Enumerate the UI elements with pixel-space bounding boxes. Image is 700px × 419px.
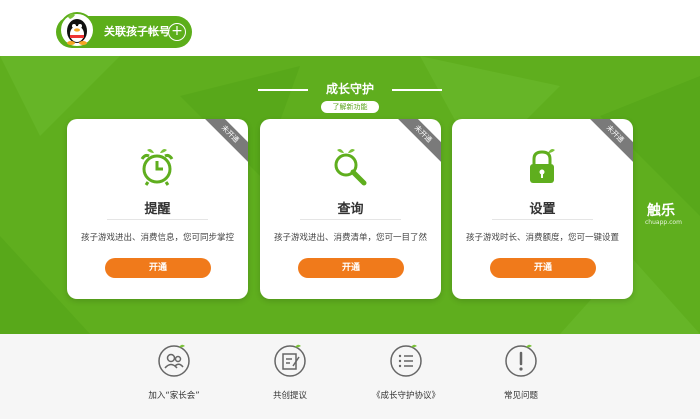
growth-agreement-link[interactable]: 《成长守护协议》 xyxy=(361,344,451,401)
watermark-domain: chuapp.com xyxy=(645,219,682,226)
card-title: 提醒 xyxy=(144,202,171,217)
lock-icon xyxy=(530,149,555,183)
top-bar: 关联孩子帐号 + xyxy=(0,0,700,56)
growth-agreement-label: 《成长守护协议》 xyxy=(371,391,440,401)
open-remind-button[interactable]: 开通 xyxy=(105,258,211,278)
title-divider-right xyxy=(392,89,442,91)
join-parents-group-label: 加入“家长会” xyxy=(148,391,200,401)
divider xyxy=(300,219,401,220)
agreement-icon xyxy=(390,344,422,377)
suggestion-icon xyxy=(274,344,306,377)
parents-group-icon xyxy=(158,344,190,377)
plus-icon: + xyxy=(168,23,186,41)
faq-label: 常见问题 xyxy=(503,391,538,401)
settings-card: 未开通 设置 孩子游戏时长、消费额度，您可一键设置 开通 xyxy=(452,119,633,299)
alarm-clock-icon xyxy=(140,149,174,186)
faq-link[interactable]: 常见问题 xyxy=(476,344,566,401)
remind-card: 未开通 提醒 孩子游戏进出、消费信息，您可同步掌控 开通 xyxy=(67,119,248,299)
not-activated-badge: 未开通 xyxy=(581,119,633,168)
divider xyxy=(492,219,593,220)
divider xyxy=(107,219,208,220)
query-card: 未开通 查询 孩子游戏进出、消费清单，您可一目了然 开通 xyxy=(260,119,441,299)
card-description: 孩子游戏进出、消费信息，您可同步掌控 xyxy=(80,233,234,243)
join-parents-group-link[interactable]: 加入“家长会” xyxy=(129,344,219,401)
link-child-label: 关联孩子帐号 xyxy=(104,25,170,38)
section-title: 成长守护 xyxy=(325,82,374,96)
suggestion-link[interactable]: 共创提议 xyxy=(245,344,335,401)
footer-bar xyxy=(0,334,700,419)
suggestion-label: 共创提议 xyxy=(272,391,307,401)
magnifier-icon xyxy=(334,149,367,186)
card-description: 孩子游戏时长、消费额度，您可一键设置 xyxy=(465,233,619,243)
not-activated-badge: 未开通 xyxy=(389,119,441,168)
card-description: 孩子游戏进出、消费清单，您可一目了然 xyxy=(273,233,427,243)
link-child-account-button[interactable]: 关联孩子帐号 + xyxy=(56,12,192,48)
not-activated-badge: 未开通 xyxy=(196,119,248,168)
watermark-logo: 触乐 xyxy=(647,203,675,219)
card-title: 查询 xyxy=(337,202,364,217)
qq-penguin-icon xyxy=(59,12,95,48)
card-title: 设置 xyxy=(529,202,556,217)
open-settings-button[interactable]: 开通 xyxy=(490,258,596,278)
faq-icon xyxy=(505,344,537,377)
open-query-button[interactable]: 开通 xyxy=(298,258,404,278)
learn-new-features-button[interactable]: 了解新功能 xyxy=(321,101,379,113)
